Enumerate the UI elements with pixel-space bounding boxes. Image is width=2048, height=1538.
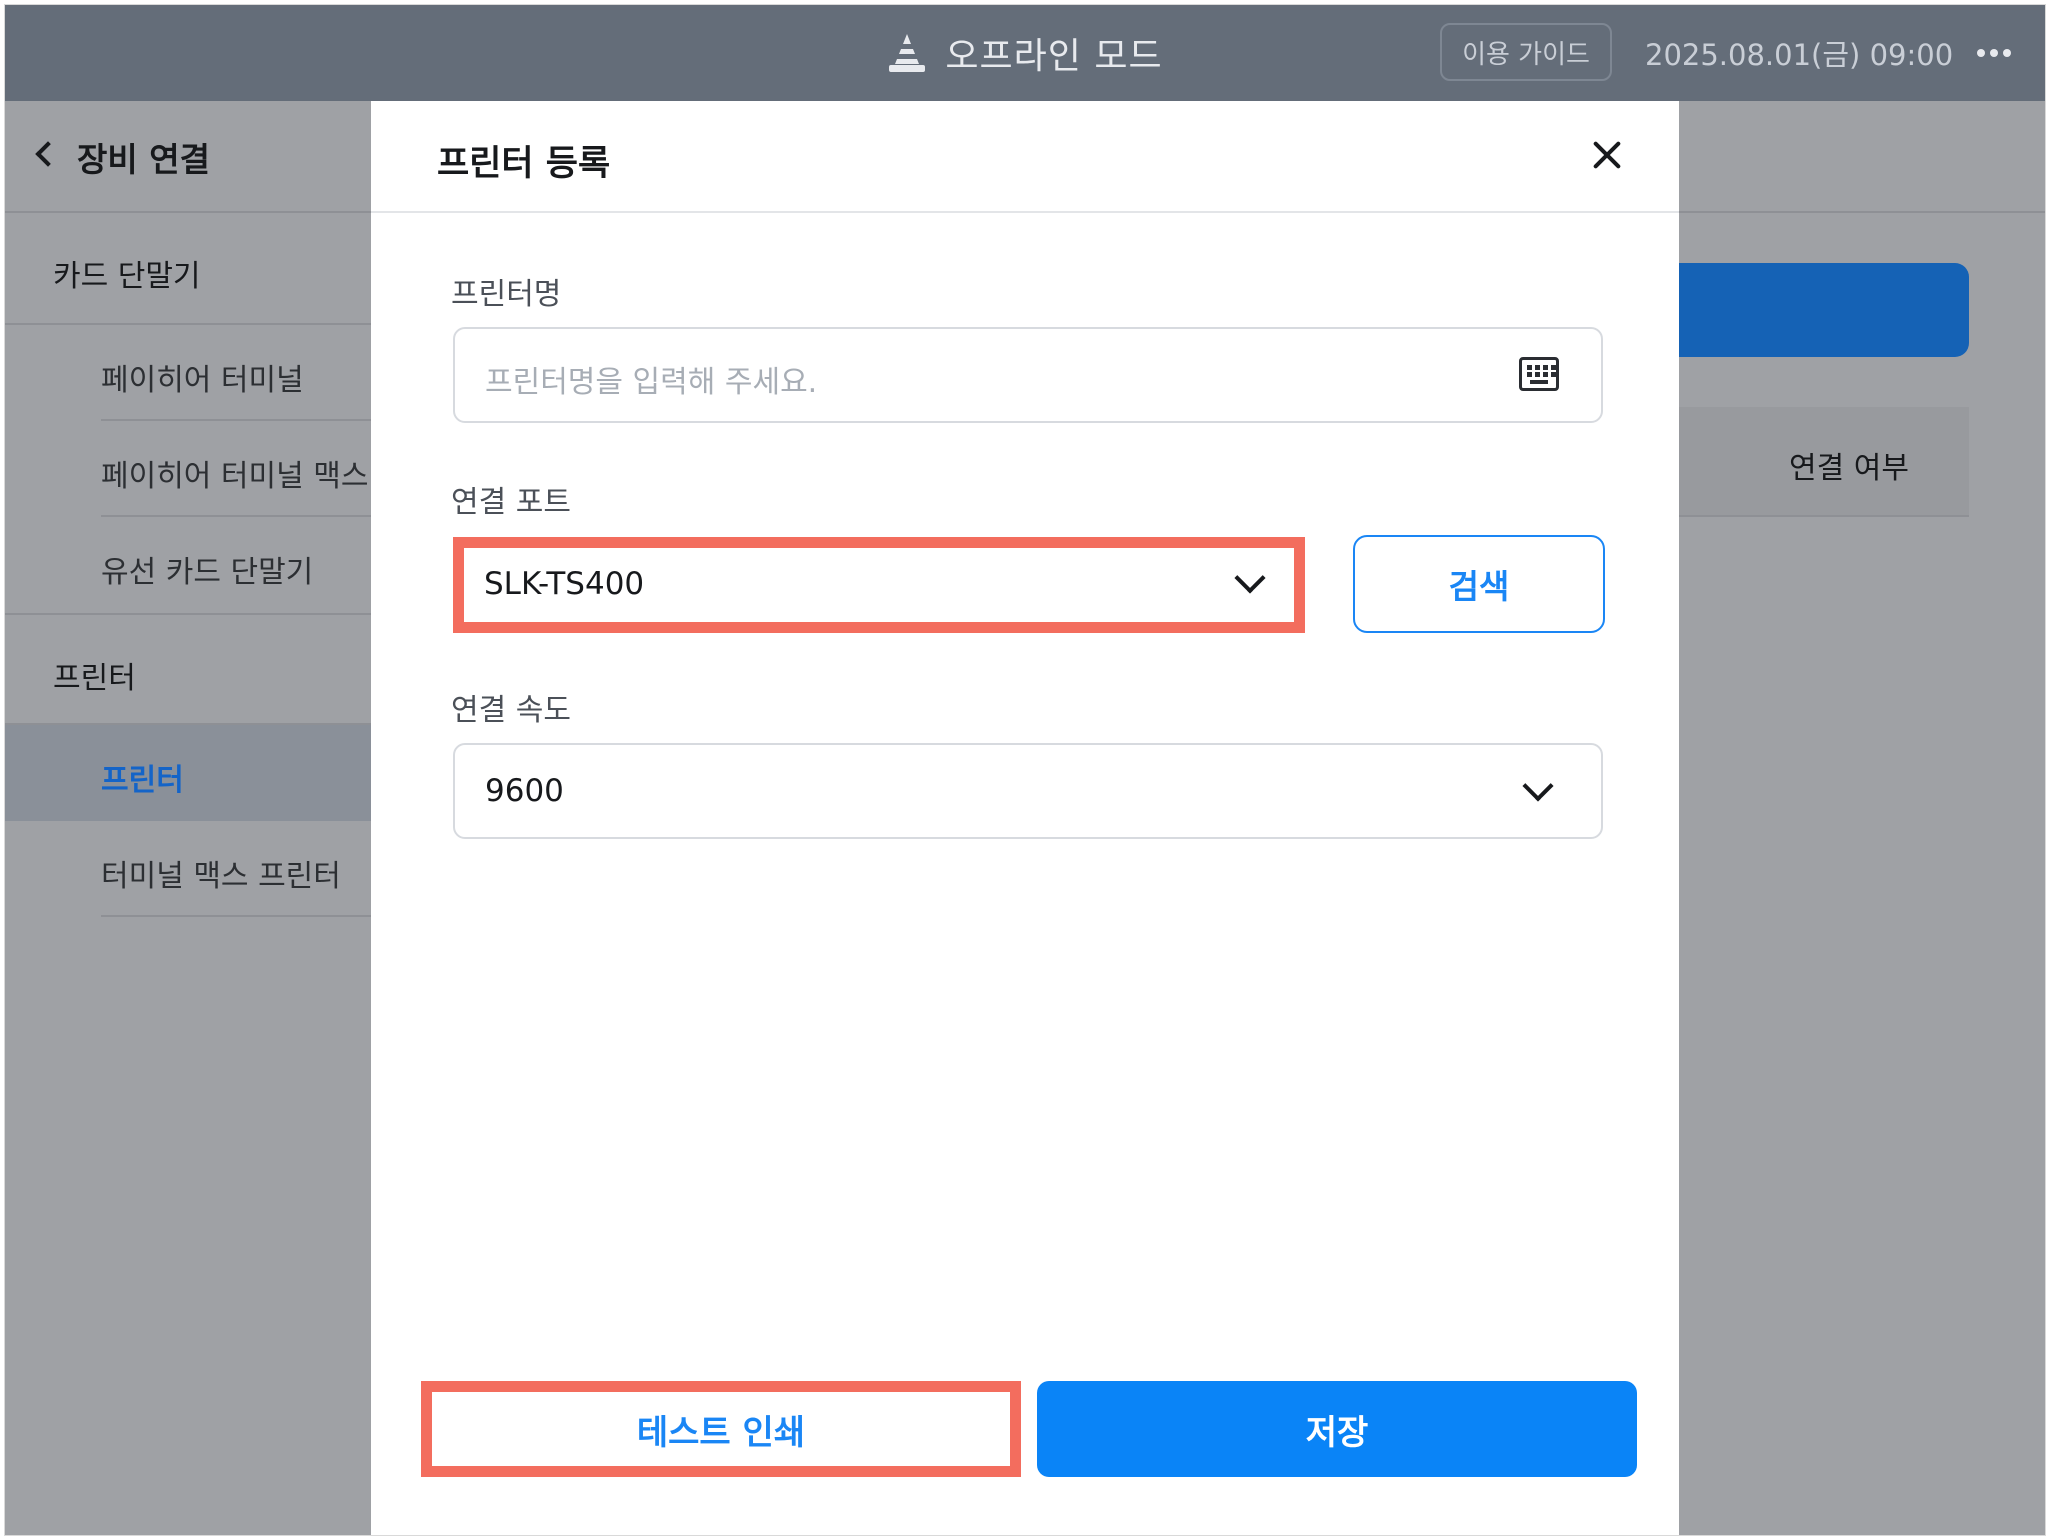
- keyboard-icon[interactable]: [1519, 357, 1559, 391]
- column-header-connection-status: 연결 여부: [1789, 451, 1909, 486]
- connection-port-label: 연결 포트: [451, 485, 571, 520]
- sidebar-item-label: 페이히어 터미널 맥스: [101, 459, 369, 494]
- table-header: 연결 여부: [1679, 407, 1969, 517]
- connection-speed-label: 연결 속도: [451, 693, 571, 728]
- usage-guide-button[interactable]: 이용 가이드: [1440, 23, 1612, 81]
- top-bar: 오프라인 모드 이용 가이드 2025.08.01(금) 09:00: [5, 5, 2045, 101]
- modal-title: 프린터 등록: [437, 144, 611, 184]
- divider: [1679, 211, 2045, 213]
- sidebar-item-label: 페이히어 터미널: [101, 363, 304, 398]
- connection-port-value: SLK-TS400: [484, 566, 645, 602]
- sidebar-item-label: 프린터: [101, 763, 184, 798]
- search-button[interactable]: 검색: [1353, 535, 1605, 633]
- close-icon[interactable]: [1589, 137, 1625, 173]
- connection-speed-select[interactable]: 9600: [453, 743, 1603, 839]
- chevron-down-icon: [1234, 562, 1266, 594]
- printer-name-placeholder: 프린터명을 입력해 주세요.: [485, 365, 818, 400]
- printer-name-label: 프린터명: [451, 277, 562, 312]
- sidebar-item-payhere-terminal[interactable]: 페이히어 터미널: [5, 325, 371, 421]
- sidebar-item-wired-card-terminal[interactable]: 유선 카드 단말기: [5, 517, 371, 613]
- sidebar-item-label: 터미널 맥스 프린터: [101, 859, 341, 894]
- sidebar-item-printer[interactable]: 프린터: [5, 725, 371, 821]
- sidebar-category-label: 카드 단말기: [53, 259, 201, 294]
- chevron-down-icon: [1522, 770, 1554, 802]
- offline-mode-label: 오프라인 모드: [945, 36, 1163, 77]
- sidebar-item-payhere-terminal-max[interactable]: 페이히어 터미널 맥스: [5, 421, 371, 517]
- sidebar-category-printer: 프린터: [5, 613, 371, 725]
- sidebar-header: 장비 연결: [5, 101, 371, 213]
- sidebar-title: 장비 연결: [77, 140, 210, 179]
- sidebar-category-card-terminal: 카드 단말기: [5, 213, 371, 325]
- back-arrow-icon[interactable]: [31, 139, 57, 169]
- test-print-button[interactable]: 테스트 인쇄: [421, 1381, 1021, 1477]
- save-button[interactable]: 저장: [1037, 1381, 1637, 1477]
- sidebar-category-label: 프린터: [53, 661, 136, 696]
- traffic-cone-icon: [887, 32, 927, 74]
- modal-header: 프린터 등록: [371, 101, 1679, 213]
- background-primary-button: [1679, 263, 1969, 357]
- app-window: 오프라인 모드 이용 가이드 2025.08.01(금) 09:00 장비 연결…: [4, 4, 2046, 1536]
- background-content: 연결 여부: [1679, 101, 2045, 1535]
- sidebar-item-terminal-max-printer[interactable]: 터미널 맥스 프린터: [5, 821, 371, 917]
- more-options-icon[interactable]: [1977, 49, 2011, 57]
- printer-register-modal: 프린터 등록 프린터명 프린터명을 입력해 주세요. 연결 포트 SLK-TS4…: [371, 101, 1679, 1535]
- sidebar-item-label: 유선 카드 단말기: [101, 555, 314, 590]
- sidebar: 장비 연결 카드 단말기 페이히어 터미널 페이히어 터미널 맥스 유선 카드 …: [5, 101, 371, 1535]
- datetime-display: 2025.08.01(금) 09:00: [1645, 38, 1954, 72]
- connection-speed-value: 9600: [485, 773, 564, 809]
- connection-port-select[interactable]: SLK-TS400: [453, 537, 1305, 633]
- printer-name-input[interactable]: 프린터명을 입력해 주세요.: [453, 327, 1603, 423]
